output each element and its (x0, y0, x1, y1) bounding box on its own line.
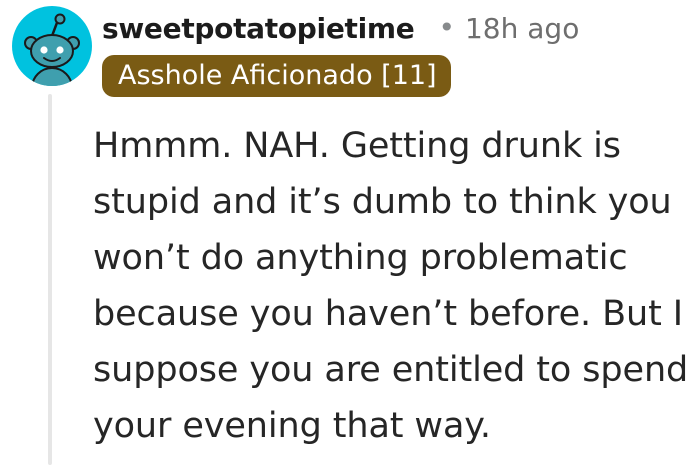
separator-dot: • (438, 11, 455, 44)
comment-timestamp[interactable]: 18h ago (465, 12, 579, 45)
user-avatar[interactable] (12, 6, 92, 86)
user-flair-badge: Asshole Aficionado [11] (102, 55, 451, 97)
snoo-avatar-icon (24, 13, 80, 86)
comment: sweetpotatopietime • 18h ago Asshole Afi… (0, 0, 700, 465)
comment-body: Hmmm. NAH. Getting drunk is stupid and i… (93, 126, 689, 446)
author-username[interactable]: sweetpotatopietime (102, 12, 415, 45)
thread-collapse-line[interactable] (48, 94, 52, 465)
comment-header: sweetpotatopietime • 18h ago (102, 8, 579, 48)
